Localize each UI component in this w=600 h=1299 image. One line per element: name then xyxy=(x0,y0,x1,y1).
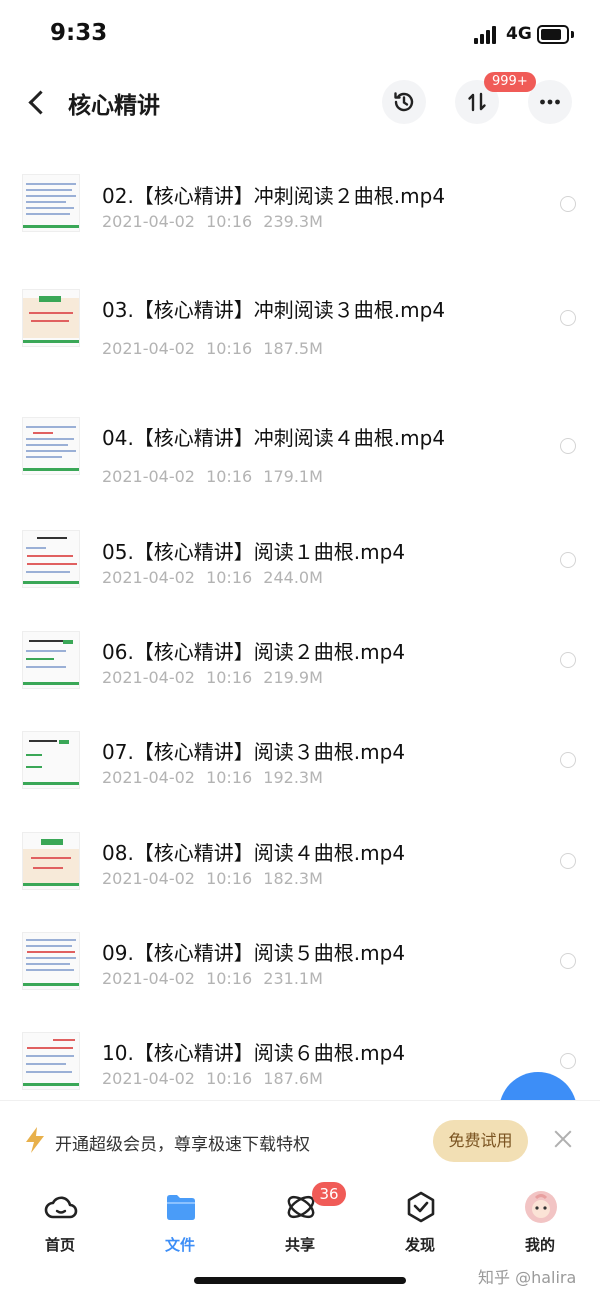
tab-me[interactable]: 我的 xyxy=(500,1186,580,1256)
tab-discover[interactable]: 发现 xyxy=(380,1186,460,1256)
file-date: 2021-04-02 10:16 xyxy=(102,969,253,988)
status-bar: 9:33 4G xyxy=(0,0,600,70)
file-date: 2021-04-02 10:16 xyxy=(102,1069,253,1088)
promo-banner: 开通超级会员，尊享极速下载特权 免费试用 xyxy=(0,1100,600,1178)
file-size: 219.9M xyxy=(263,668,323,687)
file-name: 02.【核心精讲】冲刺阅读２曲根.mp4 xyxy=(102,184,446,208)
file-name: 03.【核心精讲】冲刺阅读３曲根.mp4 xyxy=(102,298,446,322)
video-thumbnail xyxy=(22,1032,80,1090)
video-thumbnail xyxy=(22,932,80,990)
file-size: 187.5M xyxy=(263,339,323,358)
tab-label: 首页 xyxy=(44,1236,75,1254)
file-date: 2021-04-02 10:16 xyxy=(102,339,253,358)
status-time: 9:33 xyxy=(50,20,108,46)
file-meta: 2021-04-02 10:16 179.1M xyxy=(102,467,323,486)
transfer-icon xyxy=(468,92,486,112)
tab-label: 发现 xyxy=(404,1236,435,1254)
avatar-icon xyxy=(525,1191,557,1223)
signal-icon xyxy=(474,26,500,44)
page-title: 核心精讲 xyxy=(68,93,160,119)
tab-label: 文件 xyxy=(164,1236,195,1254)
file-size: 182.3M xyxy=(263,869,323,888)
file-meta: 2021-04-02 10:16 187.5M xyxy=(102,339,323,358)
battery-icon xyxy=(537,25,569,44)
network-label: 4G xyxy=(506,24,532,44)
file-size: 231.1M xyxy=(263,969,323,988)
select-radio[interactable] xyxy=(560,552,576,568)
tab-home[interactable]: 首页 xyxy=(20,1186,100,1256)
file-size: 187.6M xyxy=(263,1069,323,1088)
share-badge: 36 xyxy=(312,1182,346,1206)
file-date: 2021-04-02 10:16 xyxy=(102,212,253,231)
file-size: 192.3M xyxy=(263,768,323,787)
file-name: 07.【核心精讲】阅读３曲根.mp4 xyxy=(102,740,406,764)
file-date: 2021-04-02 10:16 xyxy=(102,768,253,787)
file-name: 08.【核心精讲】阅读４曲根.mp4 xyxy=(102,841,406,865)
file-meta: 2021-04-02 10:16 182.3M xyxy=(102,869,323,888)
file-date: 2021-04-02 10:16 xyxy=(102,668,253,687)
file-size: 179.1M xyxy=(263,467,323,486)
file-date: 2021-04-02 10:16 xyxy=(102,467,253,486)
select-radio[interactable] xyxy=(560,953,576,969)
home-indicator xyxy=(194,1277,406,1284)
file-date: 2021-04-02 10:16 xyxy=(102,568,253,587)
file-date: 2021-04-02 10:16 xyxy=(102,869,253,888)
select-radio[interactable] xyxy=(560,652,576,668)
promo-text: 开通超级会员，尊享极速下载特权 xyxy=(55,1135,310,1155)
file-name: 06.【核心精讲】阅读２曲根.mp4 xyxy=(102,640,406,664)
history-button[interactable] xyxy=(382,80,426,124)
video-thumbnail xyxy=(22,417,80,475)
file-size: 244.0M xyxy=(263,568,323,587)
lightning-icon xyxy=(26,1127,44,1153)
more-icon xyxy=(540,99,560,105)
select-radio[interactable] xyxy=(560,853,576,869)
select-radio[interactable] xyxy=(560,310,576,326)
file-meta: 2021-04-02 10:16 239.3M xyxy=(102,212,323,231)
back-icon[interactable] xyxy=(24,86,54,118)
tab-label: 我的 xyxy=(524,1236,555,1254)
select-radio[interactable] xyxy=(560,752,576,768)
tab-files[interactable]: 文件 xyxy=(140,1186,220,1256)
transfer-badge: 999+ xyxy=(484,72,536,92)
file-meta: 2021-04-02 10:16 244.0M xyxy=(102,568,323,587)
file-meta: 2021-04-02 10:16 231.1M xyxy=(102,969,323,988)
file-name: 04.【核心精讲】冲刺阅读４曲根.mp4 xyxy=(102,426,446,450)
file-meta: 2021-04-02 10:16 192.3M xyxy=(102,768,323,787)
history-icon xyxy=(394,92,414,112)
select-radio[interactable] xyxy=(560,1053,576,1069)
video-thumbnail xyxy=(22,289,80,347)
file-meta: 2021-04-02 10:16 219.9M xyxy=(102,668,323,687)
video-thumbnail xyxy=(22,631,80,689)
select-radio[interactable] xyxy=(560,196,576,212)
cloud-icon xyxy=(44,1196,78,1219)
video-thumbnail xyxy=(22,731,80,789)
select-radio[interactable] xyxy=(560,438,576,454)
free-trial-button[interactable]: 免费试用 xyxy=(433,1120,528,1162)
watermark: 知乎 @halira xyxy=(478,1268,577,1287)
file-size: 239.3M xyxy=(263,212,323,231)
file-name: 09.【核心精讲】阅读５曲根.mp4 xyxy=(102,941,406,965)
video-thumbnail xyxy=(22,832,80,890)
battery-cap xyxy=(571,31,574,38)
file-name: 05.【核心精讲】阅读１曲根.mp4 xyxy=(102,540,406,564)
file-meta: 2021-04-02 10:16 187.6M xyxy=(102,1069,323,1088)
folder-icon xyxy=(167,1195,195,1220)
tab-label: 共享 xyxy=(284,1236,315,1254)
close-icon[interactable] xyxy=(553,1129,573,1149)
video-thumbnail xyxy=(22,530,80,588)
discover-icon xyxy=(407,1191,435,1223)
file-name: 10.【核心精讲】阅读６曲根.mp4 xyxy=(102,1041,406,1065)
video-thumbnail xyxy=(22,174,80,232)
